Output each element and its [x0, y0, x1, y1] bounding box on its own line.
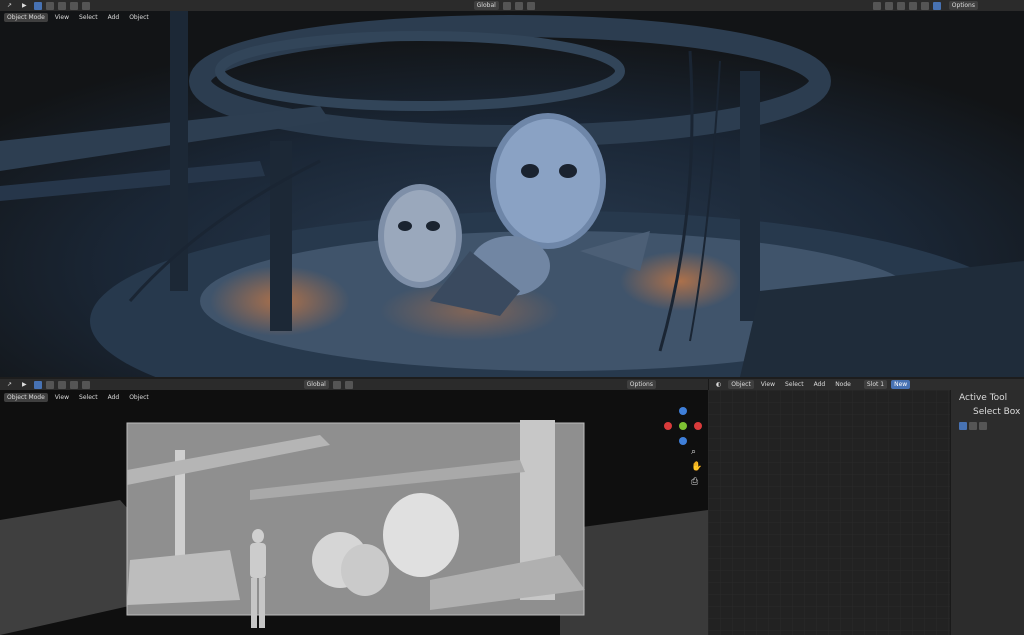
snap-icon-2[interactable] [344, 380, 353, 389]
top-viewport-subheader: Object Mode View Select Add Object [0, 12, 220, 23]
proportional-icon[interactable] [526, 1, 535, 10]
node-editor-type-icon[interactable]: ◐ [713, 380, 724, 389]
active-tool-title: Active Tool [959, 393, 1008, 403]
select-box-cursor-icon[interactable]: ▶ [19, 1, 30, 10]
shading-solid-icon[interactable] [908, 1, 917, 10]
shading-rendered-icon[interactable] [932, 1, 941, 10]
axis-y-dot[interactable] [679, 422, 687, 430]
options-button[interactable]: Options [948, 1, 978, 10]
transform-orientation-2[interactable]: Global [303, 380, 329, 389]
object-mode-select-top[interactable]: Object Mode [4, 13, 48, 22]
scene-render-top [0, 11, 1024, 377]
menu-object[interactable]: Object [126, 393, 152, 402]
slot-select[interactable]: Slot 1 [863, 380, 888, 389]
tool-select-extend-icon[interactable] [969, 422, 977, 430]
axis-x-dot[interactable] [694, 422, 702, 430]
tool-select-icon[interactable] [959, 422, 967, 430]
menu-add-top[interactable]: Add [105, 13, 123, 22]
camera-icon[interactable]: ⎙ [691, 477, 698, 487]
mode-subtract-icon[interactable] [57, 1, 66, 10]
transform-orientation[interactable]: Global [473, 1, 499, 10]
axis-z-neg-dot[interactable] [679, 437, 687, 445]
axis-x-neg-dot[interactable] [664, 422, 672, 430]
zoom-icon[interactable]: ⌕ [691, 447, 696, 457]
menu-select[interactable]: Select [76, 393, 101, 402]
bottom-viewport-header: ↗ ▶ Global Options [0, 379, 708, 390]
bottom-viewport-subheader: Object Mode View Select Add Object [0, 392, 708, 403]
node-editor-header: ◐ Object View Select Add Node Slot 1 New [708, 379, 1024, 390]
top-3d-viewport[interactable] [0, 11, 1024, 377]
pivot-icon-2[interactable] [332, 380, 341, 389]
mode-invert-icon-2[interactable] [69, 380, 78, 389]
snap-icon[interactable] [514, 1, 523, 10]
shading-wireframe-icon[interactable] [896, 1, 905, 10]
mode-select-icon-2[interactable] [33, 380, 42, 389]
options-button-2[interactable]: Options [626, 380, 656, 389]
object-mode-select[interactable]: Object Mode [4, 393, 48, 402]
pivot-icon[interactable] [502, 1, 511, 10]
overlay-icon[interactable] [884, 1, 893, 10]
menu-view-top[interactable]: View [52, 13, 72, 22]
axis-z-dot[interactable] [679, 407, 687, 415]
mode-intersect-icon[interactable] [81, 1, 90, 10]
tool-side-panel: Active Tool Select Box [950, 390, 1024, 635]
menu-object-top[interactable]: Object [126, 13, 152, 22]
node-menu-add[interactable]: Add [811, 380, 829, 389]
node-context-select[interactable]: Object [728, 380, 754, 389]
scene-solid-bottom [0, 390, 708, 635]
node-menu-select[interactable]: Select [782, 380, 807, 389]
editor-type-cursor-icon-2[interactable]: ↗ [4, 380, 15, 389]
menu-select-top[interactable]: Select [76, 13, 101, 22]
gizmo-toggle-icon[interactable] [872, 1, 881, 10]
tool-select-subtract-icon[interactable] [979, 422, 987, 430]
select-box-tool-name: Select Box [973, 407, 1021, 417]
node-menu-node[interactable]: Node [832, 380, 854, 389]
mode-extend-icon[interactable] [45, 1, 54, 10]
mode-intersect-icon-2[interactable] [81, 380, 90, 389]
top-viewport-header: ↗ ▶ Global Options [0, 0, 1024, 11]
menu-add[interactable]: Add [105, 393, 123, 402]
hand-icon[interactable]: ✋ [691, 462, 702, 472]
node-editor-area[interactable] [708, 390, 950, 635]
node-grid [708, 390, 950, 635]
node-menu-view[interactable]: View [758, 380, 778, 389]
new-material-button[interactable]: New [891, 380, 911, 389]
mode-extend-icon-2[interactable] [45, 380, 54, 389]
mode-invert-icon[interactable] [69, 1, 78, 10]
select-box-cursor-icon-2[interactable]: ▶ [19, 380, 30, 389]
bottom-3d-viewport[interactable]: Object Mode View Select Add Object ⌕ ✋ ⎙ [0, 390, 708, 635]
mode-select-icon[interactable] [33, 1, 42, 10]
shading-material-icon[interactable] [920, 1, 929, 10]
menu-view[interactable]: View [52, 393, 72, 402]
editor-type-cursor-icon[interactable]: ↗ [4, 1, 15, 10]
mode-subtract-icon-2[interactable] [57, 380, 66, 389]
